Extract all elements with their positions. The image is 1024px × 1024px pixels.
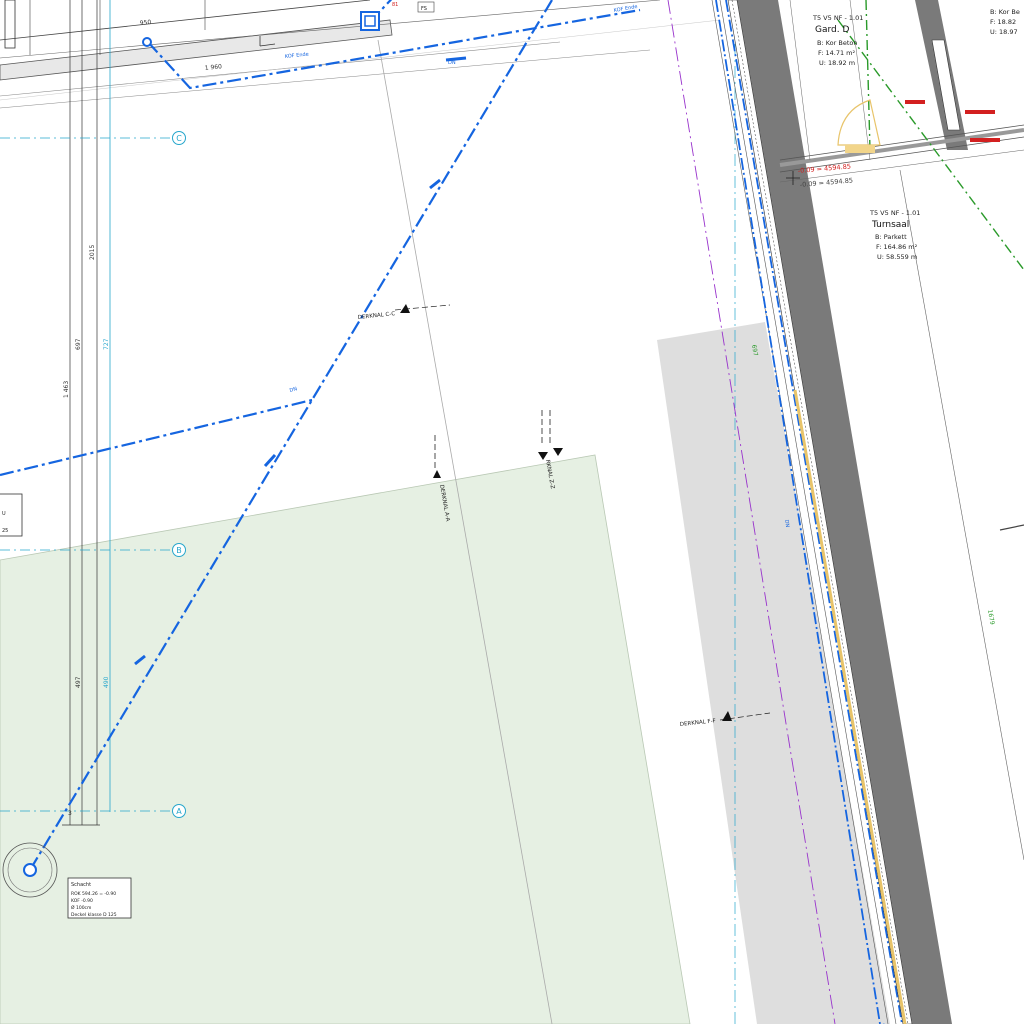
dim-950: 950 <box>139 19 151 27</box>
axis-a-label: A <box>176 807 182 816</box>
dim-1679: 1679 <box>986 609 996 625</box>
room3-umfang: U: 18.97 <box>990 28 1018 36</box>
room3-boden: B: Kor Be <box>990 8 1020 16</box>
room-turnsaal: T5 V5 NF - 1.01 Turnsaal B: Parkett F: 1… <box>869 209 920 261</box>
section-marker-cc <box>394 304 451 313</box>
schacht-info-box: Schacht ROK 594.26 = -0.90 KOF -0.90 Ø 1… <box>67 877 132 919</box>
room2-name: Turnsaal <box>871 220 909 230</box>
floor-plan-drawing: C B A 1 960 2015 697 727 1 463 497 490 9… <box>0 0 1024 1024</box>
label-81: 81 <box>392 2 398 8</box>
section-marker-aa <box>433 435 441 478</box>
dim-1463: 1 463 <box>63 381 70 398</box>
dim-3: 3 <box>68 810 72 817</box>
room2-umfang: U: 58.559 m <box>877 253 917 261</box>
pipe-label-top: KOF Ende <box>285 52 309 60</box>
dim-697: 697 <box>75 338 82 350</box>
door-swing <box>837 99 881 146</box>
axis-b-label: B <box>176 546 182 555</box>
room2-code: T5 V5 NF - 1.01 <box>869 209 920 217</box>
dim-2015: 2015 <box>89 245 96 260</box>
grid-axis-c <box>0 131 186 145</box>
schacht-line-2: KOF -0.90 <box>71 898 93 904</box>
schacht-title: Schacht <box>71 882 91 888</box>
green-terrain-area <box>0 454 691 1024</box>
dim-497: 497 <box>75 676 82 688</box>
room2-flaeche: F: 164.86 m² <box>876 243 918 251</box>
pipe-label-dn-2: DN <box>448 60 456 66</box>
label-fs: FS <box>421 6 427 12</box>
left-box-line-2: 25 <box>2 528 8 534</box>
dim-727: 727 <box>103 338 110 350</box>
schacht-line-4: Deckel klasse D 125 <box>71 912 117 918</box>
room1-code: T5 V5 NF - 1.01 <box>812 14 863 22</box>
room1-boden: B: Kor Beton <box>817 39 857 47</box>
axis-c-label: C <box>176 134 182 143</box>
left-box-line-1: U <box>2 511 6 517</box>
section-cc-label: DERKNAL C-C <box>358 311 396 321</box>
left-info-box: U 25 <box>0 493 23 537</box>
room1-umfang: U: 18.92 m <box>819 59 855 67</box>
schacht-line-3: Ø 100cm <box>71 904 91 911</box>
dim-1960: 1 960 <box>204 63 222 72</box>
top-shaft-icon <box>360 11 380 31</box>
room1-flaeche: F: 14.71 m² <box>818 49 855 57</box>
room2-boden: B: Parkett <box>875 233 907 241</box>
room-gard-d: T5 V5 NF - 1.01 Gard. D B: Kor Beton F: … <box>812 14 863 67</box>
section-ff-label: DERKNAL F-F <box>680 718 717 728</box>
dim-490: 490 <box>103 676 110 688</box>
room3-flaeche: F: 18.82 <box>990 18 1016 26</box>
section-marker-zz <box>538 410 563 460</box>
room1-name: Gard. D <box>815 25 849 35</box>
pipe-label-dn-1: DN <box>289 386 298 394</box>
schacht-line-1: ROK 594.26 = -0.90 <box>71 891 116 897</box>
room-partial-right: B: Kor Be F: 18.82 U: 18.97 <box>990 8 1020 36</box>
